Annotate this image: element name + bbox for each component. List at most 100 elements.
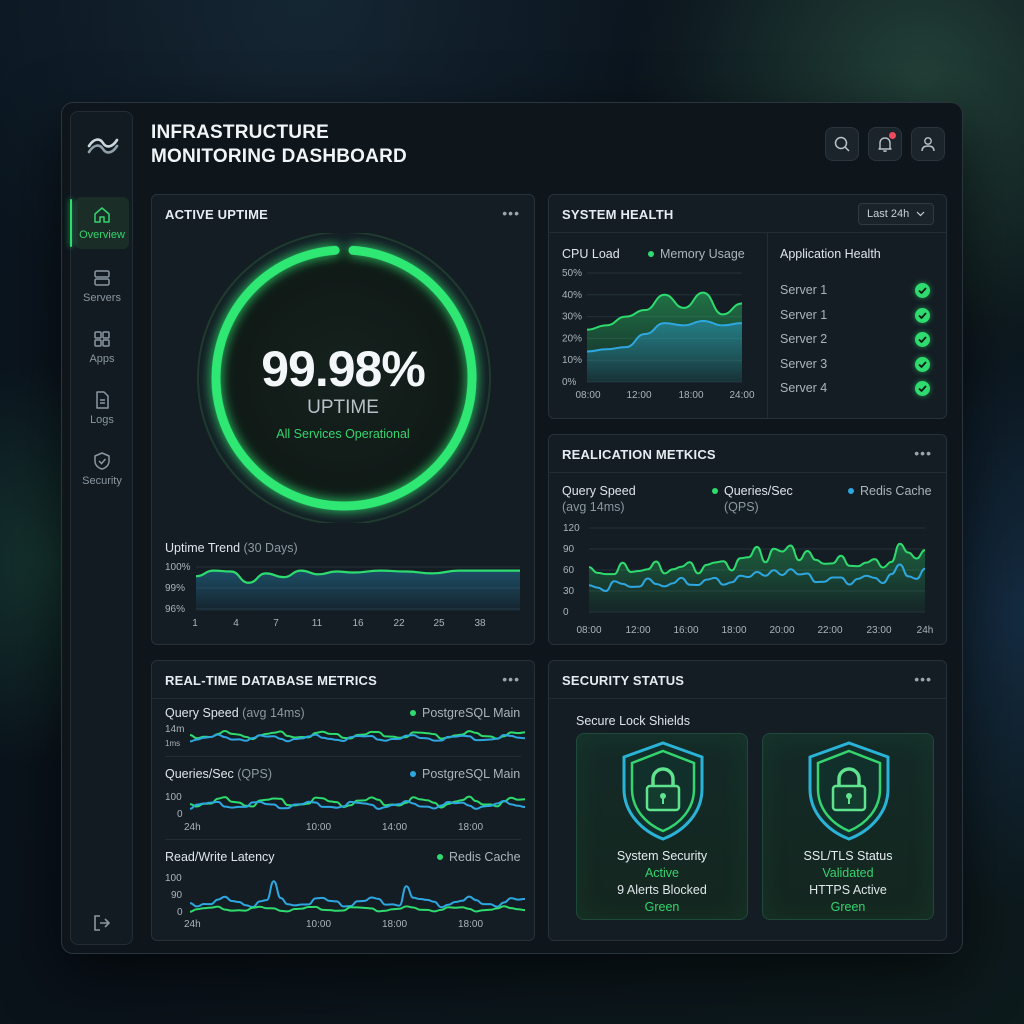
x-tick-label: 08:00	[576, 625, 601, 636]
notifications-button[interactable]	[868, 127, 902, 161]
y-tick-label: 50%	[562, 268, 582, 279]
uptime-trend-chart: 100% 99% 96% 1 4 7 11 16 22 25 38	[165, 562, 520, 629]
ssl-tls-card[interactable]: SSL/TLS Status Validated HTTPS Active Gr…	[762, 733, 934, 920]
sidebar-item-label: Overview	[79, 229, 125, 241]
sidebar-item-security[interactable]: Security	[75, 443, 129, 495]
security-subtitle: Secure Lock Shields	[576, 714, 690, 728]
y-tick-label: 90	[563, 544, 575, 555]
uptime-value: 99.98%	[261, 341, 426, 397]
more-options-icon[interactable]: •••	[914, 445, 932, 461]
sidebar-item-label: Security	[82, 475, 122, 487]
db-row2-legend-label: PostgreSQL Main	[422, 767, 521, 781]
server-row[interactable]: Server 4	[780, 381, 930, 401]
panel-title: ACTIVE UPTIME	[165, 207, 268, 222]
tick-label: 14:00	[382, 822, 408, 833]
tick-label: 24h	[184, 919, 201, 930]
shield-icon	[94, 452, 110, 470]
card-status: Validated	[822, 866, 874, 880]
x-tick-label: 18:00	[721, 625, 746, 636]
server-row[interactable]: Server 1	[780, 283, 930, 303]
logout-icon[interactable]	[91, 912, 113, 934]
query-speed-chart: 120 90 60 30 0 08:00 12:00 16:00 18:00 20:00 22:00…	[563, 523, 933, 636]
y-tick-label: 30%	[562, 312, 582, 323]
y-tick-label: 60	[563, 565, 575, 576]
card-detail: 9 Alerts Blocked	[617, 883, 707, 897]
sidebar-item-logs[interactable]: Logs	[75, 382, 129, 434]
uptime-status: All Services Operational	[276, 427, 410, 441]
sidebar-item-apps[interactable]: Apps	[75, 321, 129, 373]
security-status-panel: SECURITY STATUS ••• Secure Lock Shields …	[548, 660, 947, 941]
memory-legend: Memory Usage	[648, 247, 745, 261]
x-tick-label: 12:00	[626, 390, 651, 401]
search-button[interactable]	[825, 127, 859, 161]
tick-label: 18:00	[458, 919, 484, 930]
db-row1-legend: PostgreSQL Main	[410, 706, 520, 720]
x-tick-label: 18:00	[678, 390, 703, 401]
card-detail: HTTPS Active	[809, 883, 887, 897]
x-tick-label: 22:00	[817, 625, 842, 636]
trend-range: (30 Days)	[243, 541, 298, 555]
search-icon	[834, 136, 850, 152]
dashboard-window: Overview Servers Apps Logs Security INFR…	[61, 102, 963, 954]
sidebar-item-label: Logs	[90, 414, 114, 426]
y-tick-label: 99%	[165, 583, 185, 594]
grid-icon	[94, 331, 110, 347]
more-options-icon[interactable]: •••	[502, 671, 520, 687]
x-tick-label: 08:00	[575, 390, 600, 401]
query-speed-sub: (avg 14ms)	[562, 500, 625, 514]
db-row2-label: Queries/Sec (QPS)	[165, 767, 272, 781]
uptime-label: UPTIME	[307, 397, 379, 418]
memory-legend-label: Memory Usage	[660, 247, 745, 261]
db-row2-title: Queries/Sec	[165, 767, 234, 781]
tick-label: 100	[165, 873, 182, 884]
y-tick-label: 100%	[165, 562, 191, 573]
document-icon	[96, 391, 109, 409]
check-circle-icon	[915, 283, 930, 298]
system-health-panel: SYSTEM HEALTH Last 24h CPU Load Memory U…	[548, 194, 947, 419]
server-row[interactable]: Server 3	[780, 356, 930, 377]
more-options-icon[interactable]: •••	[914, 671, 932, 687]
card-title: SSL/TLS Status	[803, 849, 893, 863]
db-row3-legend-label: Redis Cache	[449, 850, 521, 864]
tick-label: 0	[177, 809, 183, 820]
home-icon	[94, 207, 110, 223]
notification-badge	[889, 132, 896, 139]
qps-legend: Queries/Sec	[712, 484, 793, 498]
check-circle-icon	[915, 332, 930, 348]
sparkline-series	[190, 905, 525, 913]
tick-label: 0	[177, 907, 183, 918]
sparkline-series	[190, 880, 525, 909]
x-tick-label: 4	[233, 618, 239, 629]
application-metrics-panel: REALICATION METKICS ••• Query Speed (avg…	[548, 434, 947, 645]
sidebar-item-servers[interactable]: Servers	[75, 260, 129, 312]
sidebar-item-overview[interactable]: Overview	[70, 197, 129, 249]
check-circle-icon	[915, 356, 930, 372]
card-color-label: Green	[830, 900, 866, 914]
x-tick-label: 7	[273, 618, 279, 629]
trend-title: Uptime Trend	[165, 541, 241, 555]
x-tick-label: 11	[312, 618, 323, 629]
x-tick-label: 22	[393, 618, 405, 629]
sidebar: Overview Servers Apps Logs Security	[70, 111, 133, 945]
server-row[interactable]: Server 1	[780, 307, 930, 328]
query-speed-label: Query Speed	[562, 484, 636, 498]
more-options-icon[interactable]: •••	[502, 205, 520, 221]
tick-label: 18:00	[458, 822, 484, 833]
active-uptime-panel: ACTIVE UPTIME ••• 99.98% UPTIME All Serv…	[151, 194, 535, 645]
server-row[interactable]: Server 2	[780, 332, 930, 352]
y-tick-label: 0	[563, 607, 569, 618]
x-tick-label: 16	[352, 618, 364, 629]
server-name: Server 3	[780, 356, 828, 371]
profile-button[interactable]	[911, 127, 945, 161]
title-line-1: INFRASTRUCTURE	[151, 122, 330, 143]
system-security-card[interactable]: System Security Active 9 Alerts Blocked …	[576, 733, 748, 920]
tick-label: 90	[171, 890, 183, 901]
divider	[165, 839, 521, 840]
db-row3-title: Read/Write Latency	[165, 850, 275, 864]
lock-shield-icon	[622, 741, 704, 841]
database-metrics-panel: REAL-TIME DATABASE METRICS ••• Query Spe…	[151, 660, 535, 941]
y-tick-label: 120	[563, 523, 580, 534]
tick-label: 10:00	[306, 919, 332, 930]
cpu-load-label: CPU Load	[562, 247, 620, 261]
db-row3-legend: Redis Cache	[437, 850, 521, 864]
